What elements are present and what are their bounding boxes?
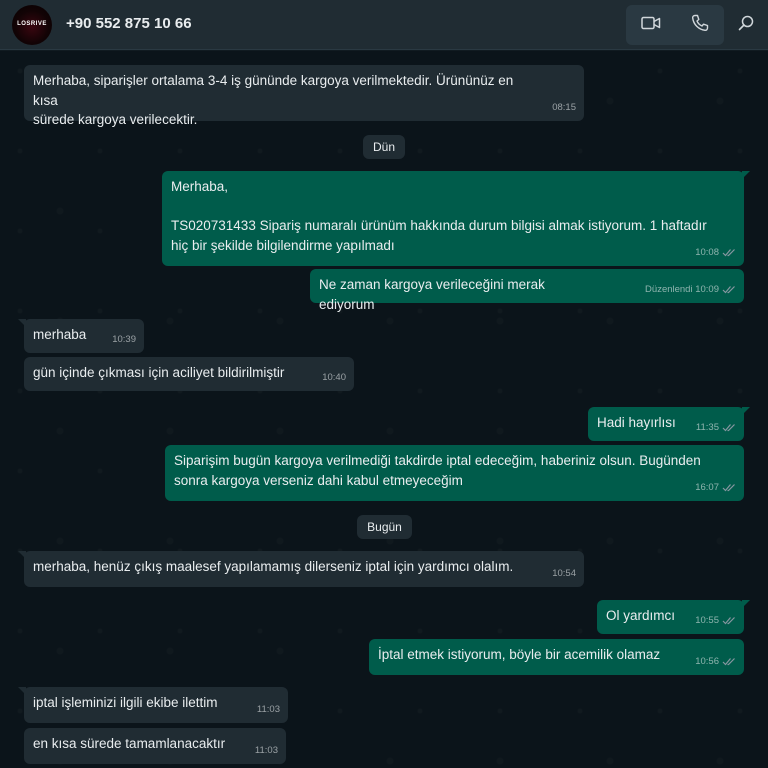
message-text: Merhaba, siparişler ortalama 3-4 iş günü… <box>33 73 514 127</box>
message-incoming[interactable]: iptal işleminizi ilgili ekibe ilettim 11… <box>18 687 288 723</box>
date-separator: Bugün <box>357 515 412 539</box>
message-text: Siparişim bugün kargoya verilmediği takd… <box>174 453 701 488</box>
message-time: 10:55 <box>695 614 719 626</box>
chat-header: LOSRIVE +90 552 875 10 66 <box>0 0 768 50</box>
call-buttons-group <box>626 5 724 45</box>
message-incoming[interactable]: gün içinde çıkması için aciliyet bildiri… <box>24 357 354 391</box>
double-check-icon <box>722 285 736 294</box>
message-outgoing[interactable]: Merhaba, TS020731433 Sipariş numaralı ür… <box>162 171 750 266</box>
double-check-icon <box>722 657 736 666</box>
message-text: Hadi hayırlısı <box>597 415 676 430</box>
message-outgoing[interactable]: Ol yardımcı 10:55 <box>597 600 750 634</box>
message-time: 10:54 <box>552 567 576 579</box>
message-time: 10:56 <box>695 655 719 667</box>
message-incoming[interactable]: Merhaba, siparişler ortalama 3-4 iş günü… <box>24 65 584 127</box>
message-text: iptal işleminizi ilgili ekibe ilettim <box>33 695 218 710</box>
double-check-icon <box>722 483 736 492</box>
avatar-logo-text: LOSRIVE <box>17 21 47 27</box>
message-text: Ol yardımcı <box>606 608 676 623</box>
message-list[interactable]: Merhaba, siparişler ortalama 3-4 iş günü… <box>0 51 768 768</box>
double-check-icon <box>722 423 736 432</box>
phone-icon <box>691 14 709 37</box>
message-text: İptal etmek istiyorum, böyle bir acemili… <box>378 647 661 662</box>
search-button[interactable] <box>734 13 758 37</box>
message-time: 10:08 <box>695 246 719 258</box>
message-time: 10:40 <box>322 371 346 383</box>
contact-name[interactable]: +90 552 875 10 66 <box>66 15 192 32</box>
date-separator: Dün <box>363 135 405 159</box>
message-text: gün içinde çıkması için aciliyet bildiri… <box>33 365 285 380</box>
avatar[interactable]: LOSRIVE <box>12 5 52 45</box>
message-text: merhaba, henüz çıkış maalesef yapılamamı… <box>33 559 514 574</box>
message-text: en kısa sürede tamamlanacaktır <box>33 736 226 751</box>
search-icon <box>738 15 754 36</box>
message-outgoing[interactable]: Siparişim bugün kargoya verilmediği takd… <box>165 445 744 501</box>
message-text: merhaba <box>33 327 87 342</box>
message-time: 10:39 <box>112 333 136 345</box>
video-call-button[interactable] <box>626 5 675 45</box>
message-incoming[interactable]: merhaba 10:39 <box>18 319 144 353</box>
double-check-icon <box>722 616 736 625</box>
message-time: 11:03 <box>256 703 280 715</box>
message-time: Düzenlendi 10:09 <box>645 283 719 295</box>
voice-call-button[interactable] <box>675 5 724 45</box>
message-time: 11:35 <box>695 421 719 433</box>
message-time: 16:07 <box>695 481 719 493</box>
message-outgoing[interactable]: Ne zaman kargoya verileceğini merak ediy… <box>310 269 744 312</box>
message-incoming[interactable]: merhaba, henüz çıkış maalesef yapılamamı… <box>18 551 584 587</box>
message-outgoing[interactable]: Hadi hayırlısı 11:35 <box>588 407 750 441</box>
message-text: Ne zaman kargoya verileceğini merak ediy… <box>319 277 549 312</box>
message-time: 11:03 <box>254 744 278 756</box>
video-camera-icon <box>640 15 661 36</box>
message-text: Merhaba, TS020731433 Sipariş numaralı ür… <box>171 179 707 253</box>
message-incoming[interactable]: en kısa sürede tamamlanacaktır 11:03 <box>24 728 286 764</box>
message-time: 08:15 <box>552 101 576 113</box>
message-outgoing[interactable]: İptal etmek istiyorum, böyle bir acemili… <box>369 639 744 675</box>
double-check-icon <box>722 248 736 257</box>
